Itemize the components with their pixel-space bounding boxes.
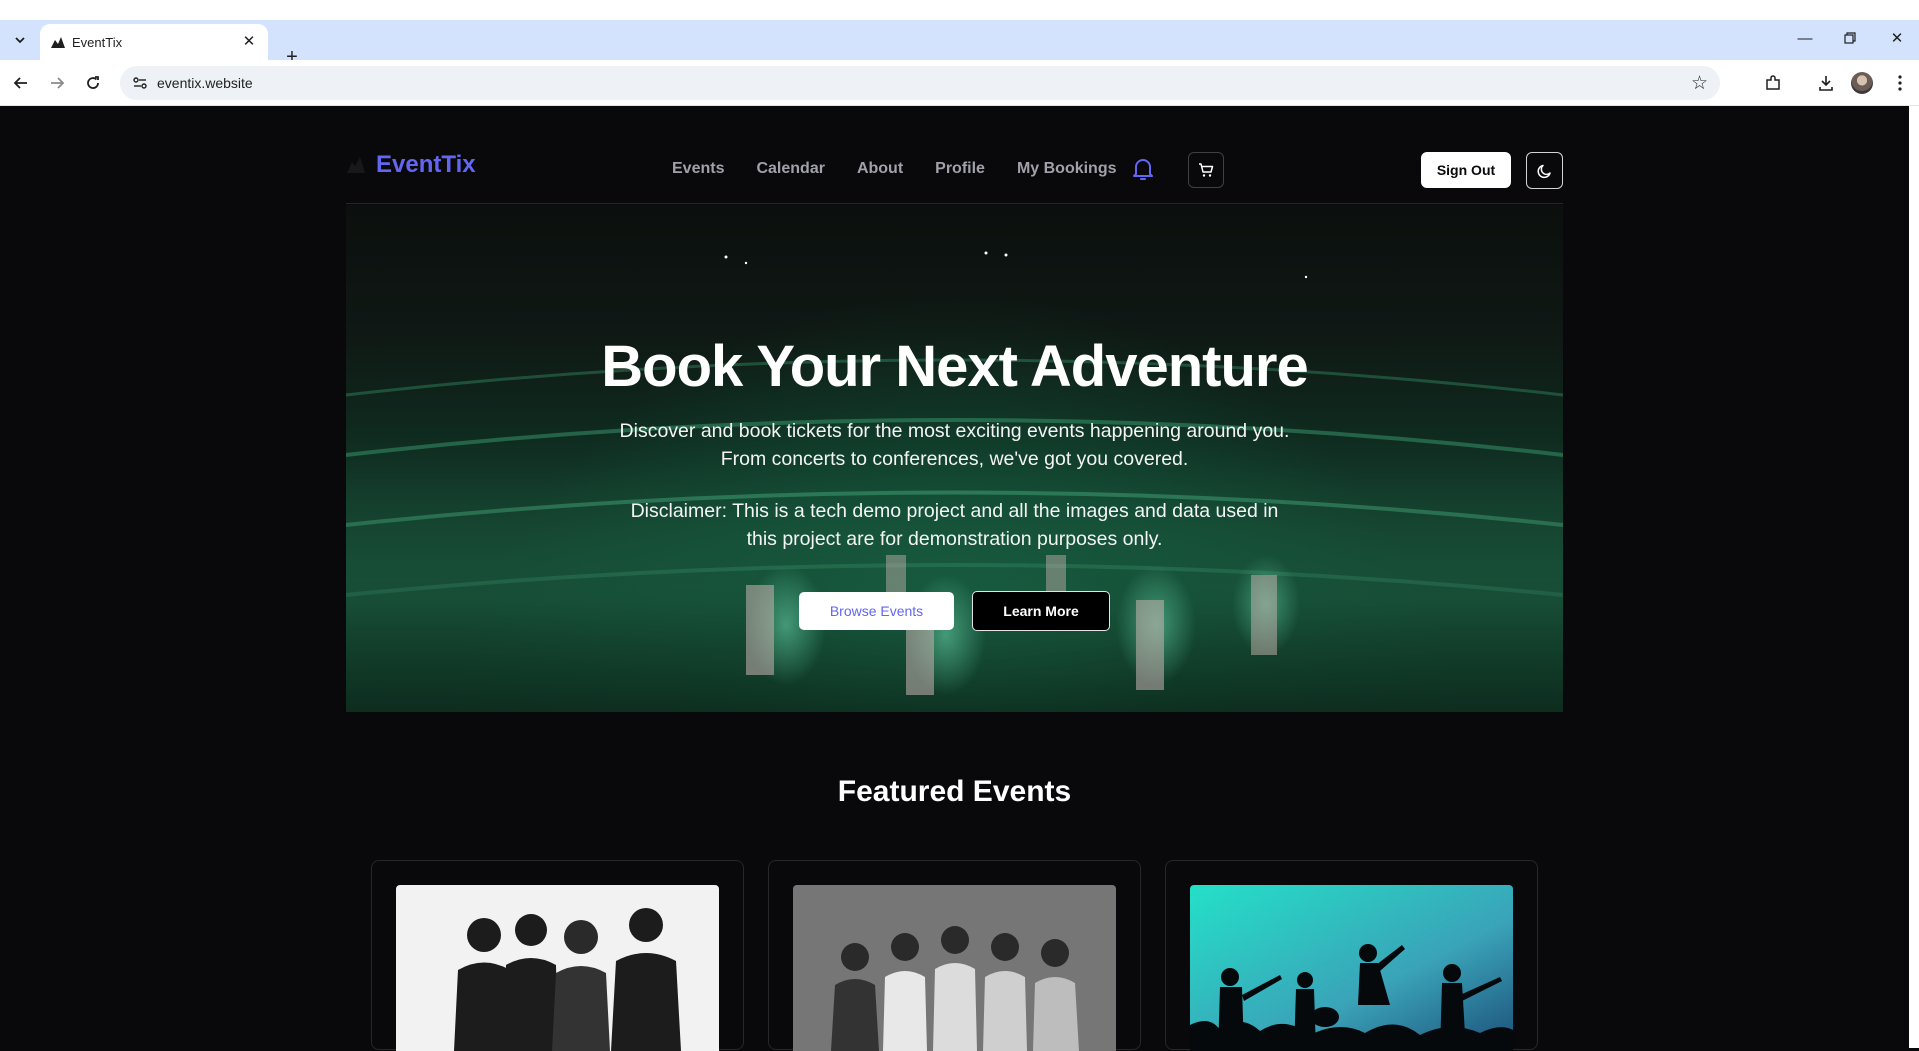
tab-strip: EventTix ✕ + — ✕	[0, 20, 1919, 67]
cart-icon	[1199, 163, 1214, 177]
minimize-icon[interactable]: —	[1793, 26, 1817, 50]
bookmark-star-icon[interactable]: ☆	[1691, 72, 1708, 95]
event-card[interactable]	[1165, 860, 1538, 1051]
site-header: EventTix Events Calendar About Profile M…	[346, 106, 1563, 204]
back-arrow-icon[interactable]	[10, 72, 32, 94]
tab-title: EventTix	[72, 35, 123, 50]
hero-title: Book Your Next Adventure	[601, 334, 1309, 399]
restore-icon[interactable]	[1838, 26, 1862, 50]
forward-arrow-icon[interactable]	[46, 72, 68, 94]
event-image[interactable]	[396, 885, 719, 1051]
sign-out-button[interactable]: Sign Out	[1421, 152, 1511, 188]
theme-toggle-button[interactable]	[1526, 152, 1563, 189]
hero-subtitle: Discover and book tickets for the most e…	[619, 420, 1290, 470]
nav-profile[interactable]: Profile	[935, 160, 985, 178]
hero-section: Book Your Next Adventure Discover and bo…	[346, 205, 1563, 712]
page-viewport: EventTix Events Calendar About Profile M…	[0, 106, 1909, 1051]
event-card[interactable]	[768, 860, 1141, 1051]
site-info-icon[interactable]	[132, 75, 148, 91]
bell-icon[interactable]	[1131, 156, 1155, 182]
moon-icon	[1536, 164, 1551, 178]
browser-tab-active[interactable]: EventTix ✕	[40, 24, 268, 60]
reload-icon[interactable]	[82, 72, 104, 94]
event-image[interactable]	[793, 885, 1116, 1051]
download-icon[interactable]	[1815, 72, 1837, 94]
extensions-icon[interactable]	[1762, 72, 1784, 94]
url-text: eventix.website	[157, 75, 253, 91]
kebab-menu-icon[interactable]	[1889, 72, 1911, 94]
browser-toolbar: eventix.website ☆	[0, 60, 1919, 106]
site-logo[interactable]: EventTix	[346, 151, 476, 179]
event-card[interactable]	[371, 860, 744, 1051]
nav-about[interactable]: About	[857, 160, 903, 178]
main-nav: Events Calendar About Profile My Booking…	[672, 160, 1149, 178]
chevron-down-icon	[15, 37, 25, 44]
browse-events-button[interactable]: Browse Events	[799, 592, 954, 630]
learn-more-button[interactable]: Learn More	[972, 591, 1110, 631]
nav-calendar[interactable]: Calendar	[756, 160, 824, 178]
cart-button[interactable]	[1188, 152, 1224, 188]
event-image[interactable]	[1190, 885, 1513, 1051]
title-strip	[0, 0, 1919, 20]
scrollbar-gutter[interactable]	[1909, 106, 1919, 1048]
logo-icon	[51, 37, 65, 48]
nav-my-bookings[interactable]: My Bookings	[1017, 160, 1117, 178]
hero-content: Book Your Next Adventure Discover and bo…	[346, 205, 1563, 712]
address-bar[interactable]: eventix.website ☆	[120, 66, 1720, 100]
featured-events-heading: Featured Events	[837, 775, 1072, 808]
nav-events[interactable]: Events	[672, 160, 724, 178]
close-icon[interactable]: ✕	[240, 32, 258, 50]
profile-avatar[interactable]	[1851, 72, 1873, 94]
hero-disclaimer: Disclaimer: This is a tech demo project …	[630, 500, 1279, 550]
tab-search-button[interactable]	[10, 30, 30, 50]
window-close-icon[interactable]: ✕	[1885, 26, 1909, 50]
logo-text: EventTix	[376, 151, 476, 178]
logo-icon	[347, 157, 365, 173]
